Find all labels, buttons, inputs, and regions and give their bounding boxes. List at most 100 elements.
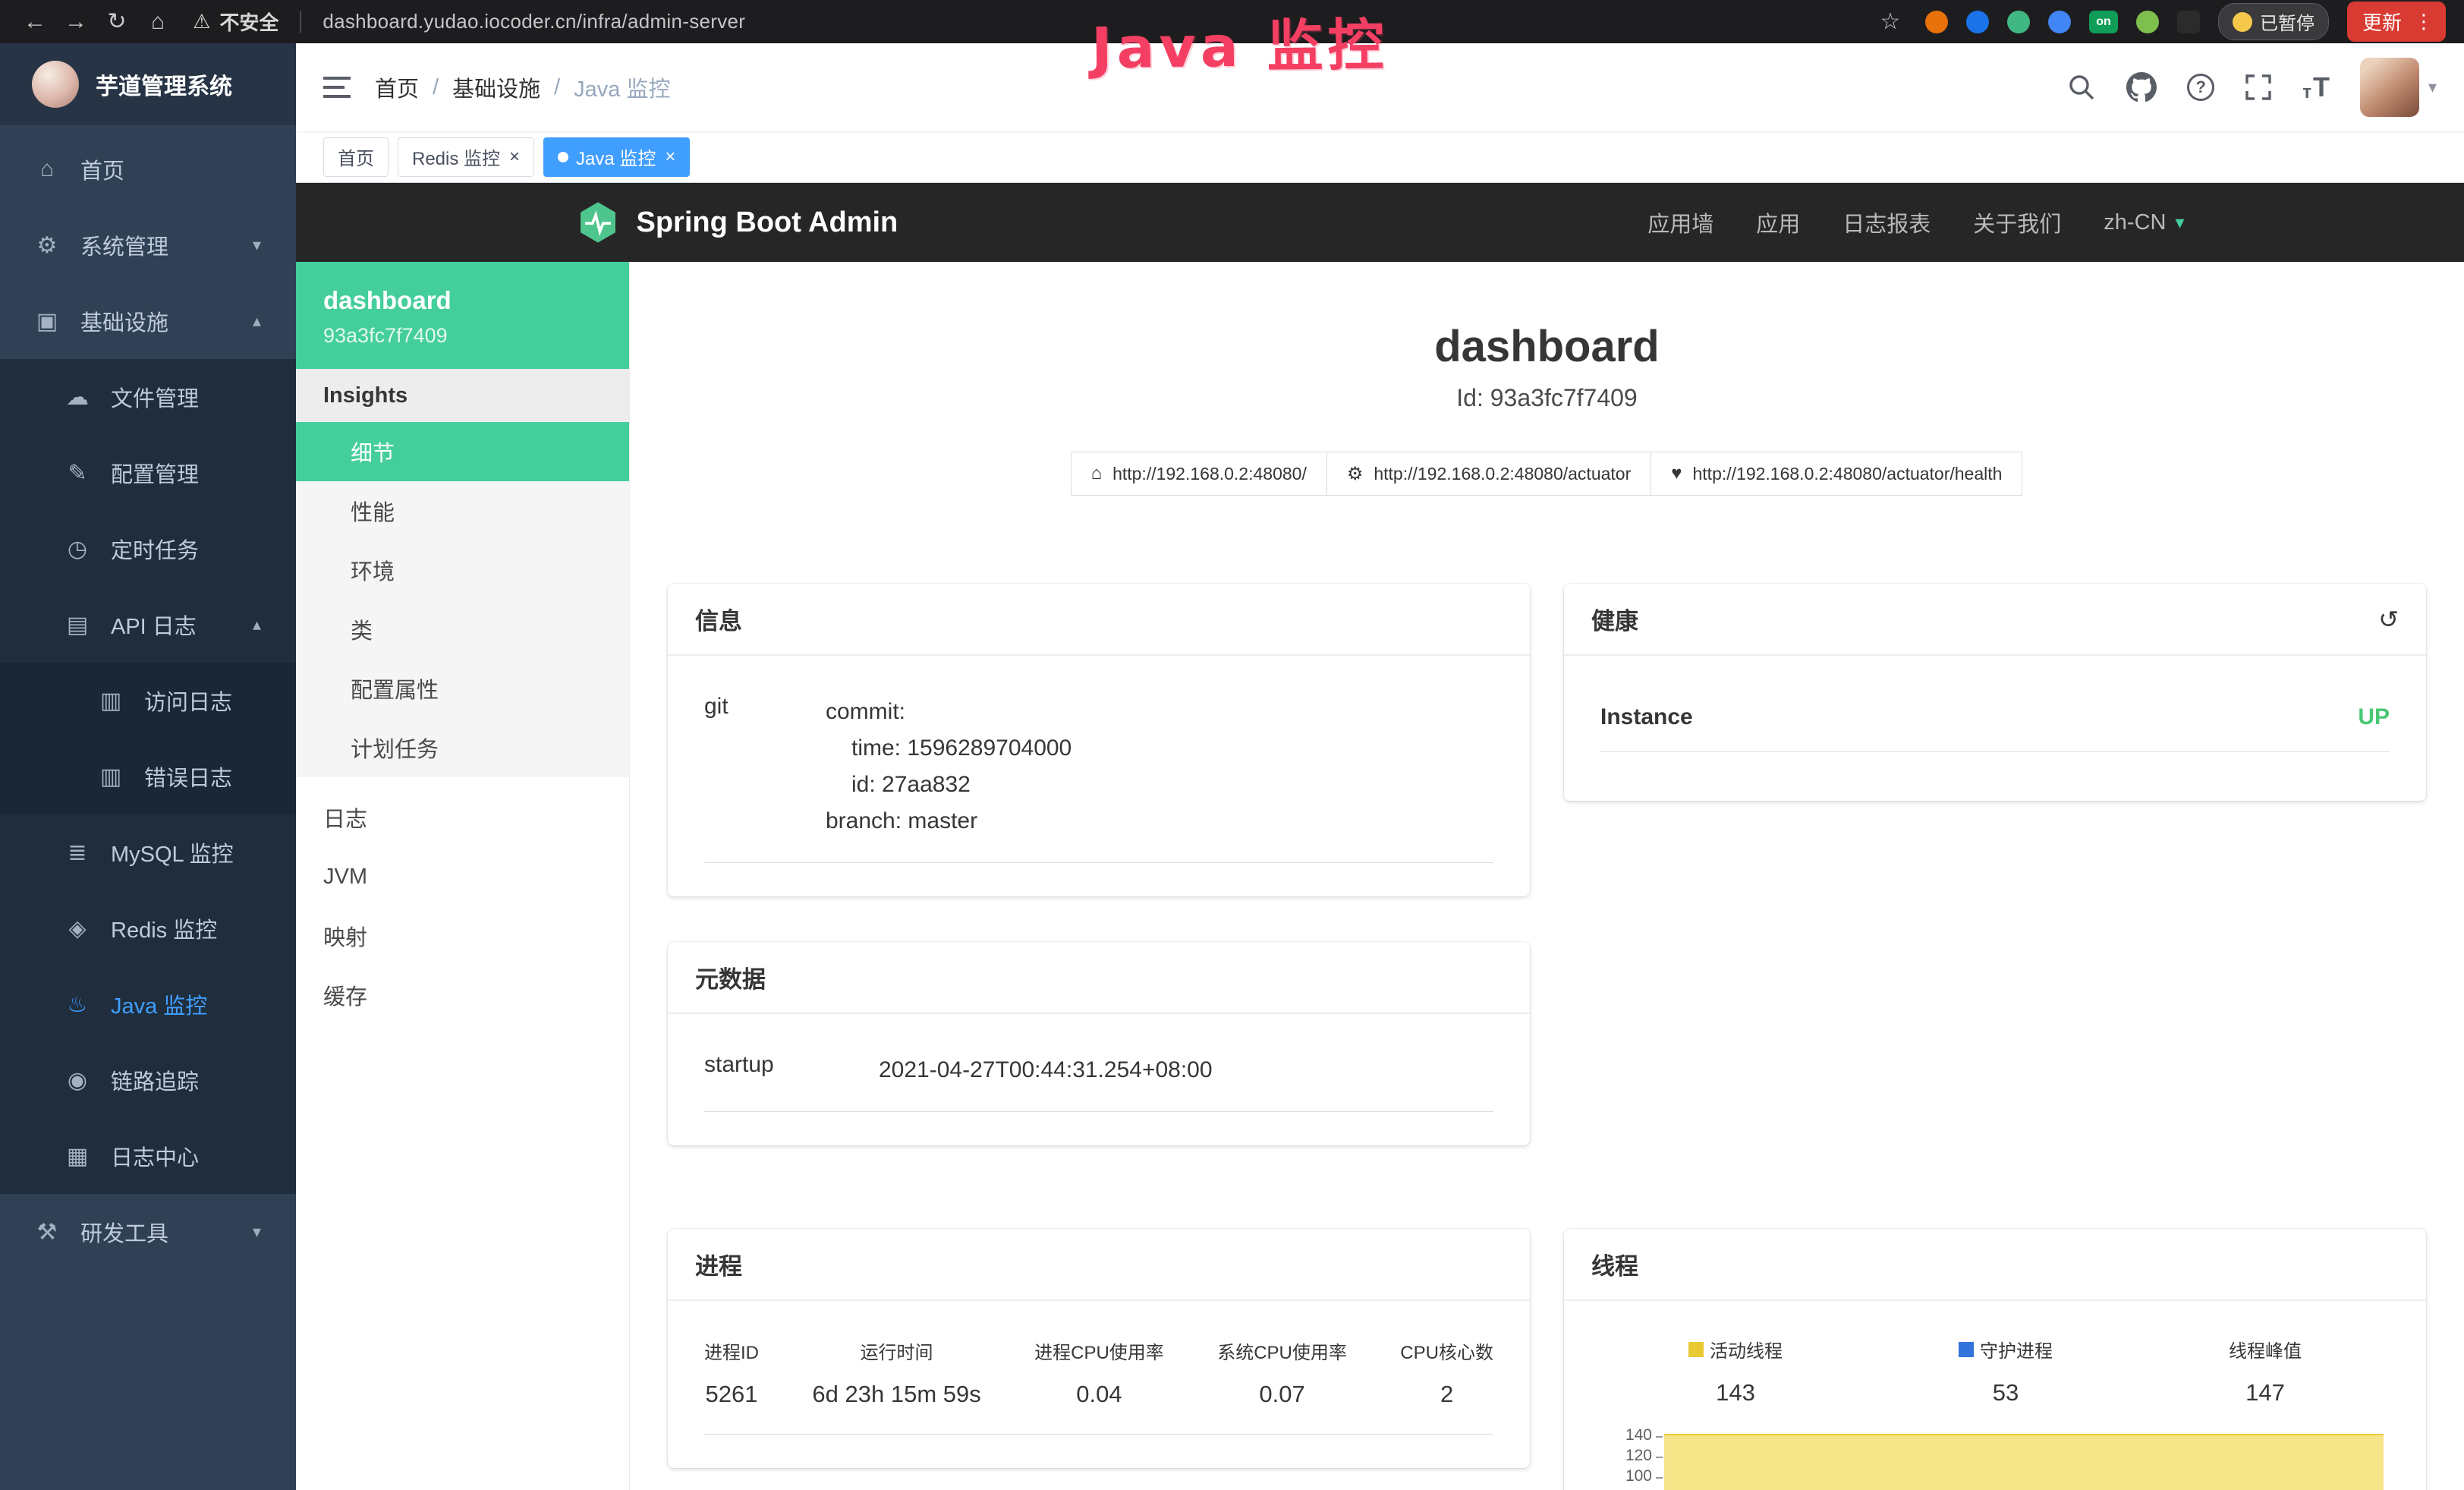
- extension-icon-5[interactable]: [2136, 11, 2159, 33]
- sba-item-mappings[interactable]: 映射: [296, 906, 629, 966]
- user-menu[interactable]: ▾: [2360, 58, 2437, 117]
- sidebar-item-api-logs[interactable]: ▤ API 日志 ▴: [0, 587, 296, 663]
- help-icon[interactable]: ?: [2187, 74, 2214, 101]
- sidebar-item-system-mgmt[interactable]: ⚙ 系统管理 ▾: [0, 207, 296, 283]
- sidebar-item-access-logs[interactable]: ▥ 访问日志: [0, 663, 296, 739]
- site-security[interactable]: ⚠ 不安全 dashboard.yudao.iocoder.cn/infra/a…: [193, 8, 745, 36]
- extension-icon-1[interactable]: [1925, 11, 1948, 33]
- paused-label: 已暂停: [2260, 8, 2315, 35]
- font-large-glyph: T: [2313, 71, 2330, 103]
- sidebar-item-scheduled-jobs[interactable]: ◷ 定时任务: [0, 511, 296, 587]
- extension-on-toggle-icon[interactable]: on: [2089, 11, 2118, 33]
- sba-item-caches[interactable]: 缓存: [296, 966, 629, 1025]
- edit-icon: ✎: [64, 460, 91, 487]
- tab-java-monitor[interactable]: Java 监控 ×: [543, 137, 690, 177]
- sidebar-item-infrastructure[interactable]: ▣ 基础设施 ▴: [0, 283, 296, 359]
- close-icon[interactable]: ×: [665, 146, 675, 168]
- chevron-down-icon: ▾: [2428, 77, 2437, 97]
- home-icon[interactable]: ⌂: [141, 9, 175, 35]
- admin-sidebar: 芋道管理系统 ⌂ 首页 ⚙ 系统管理 ▾ ▣ 基础设施 ▴ ☁ 文件管理 ✎: [0, 43, 296, 1490]
- extension-icon-4[interactable]: [2048, 11, 2071, 33]
- chevron-down-icon: ▾: [253, 235, 261, 255]
- health-url-button[interactable]: ♥ http://192.168.0.2:48080/actuator/heal…: [1651, 452, 2022, 496]
- spring-boot-admin: Spring Boot Admin 应用墙 应用 日志报表 关于我们 zh-CN…: [296, 183, 2464, 1490]
- breadcrumb-home[interactable]: 首页: [375, 71, 419, 103]
- sidebar-item-redis-monitor[interactable]: ◈ Redis 监控: [0, 890, 296, 966]
- sba-item-performance[interactable]: 性能: [296, 481, 629, 540]
- history-icon[interactable]: ↺: [2378, 605, 2399, 634]
- tab-label: Java 监控: [576, 143, 656, 170]
- extension-icon-2[interactable]: [1966, 11, 1989, 33]
- sba-sidebar: dashboard 93a3fc7f7409 Insights 细节 性能 环境…: [296, 262, 630, 1490]
- address-url[interactable]: dashboard.yudao.iocoder.cn/infra/admin-s…: [323, 10, 745, 33]
- tabs-bar: 首页 Redis 监控 × Java 监控 ×: [296, 131, 2464, 183]
- status-badge: UP: [2358, 704, 2390, 730]
- paused-badge[interactable]: 已暂停: [2218, 3, 2329, 40]
- tab-home[interactable]: 首页: [323, 137, 389, 177]
- git-branch-line: branch: master: [826, 803, 1072, 840]
- search-icon[interactable]: [2067, 73, 2096, 102]
- sba-item-details[interactable]: 细节: [296, 422, 629, 481]
- browser-update-button[interactable]: 更新 ⋮: [2347, 2, 2446, 42]
- sba-item-environment[interactable]: 环境: [296, 540, 629, 600]
- sidebar-item-label: 访问日志: [144, 685, 232, 717]
- warning-icon: ⚠: [193, 10, 210, 33]
- sidebar-item-home[interactable]: ⌂ 首页: [0, 131, 296, 207]
- sba-locale-select[interactable]: zh-CN ▾: [2104, 210, 2184, 235]
- reload-icon[interactable]: ↻: [100, 8, 134, 35]
- back-icon[interactable]: ←: [18, 9, 52, 35]
- sidebar-logo[interactable]: 芋道管理系统: [0, 43, 296, 125]
- service-url-button[interactable]: ⌂ http://192.168.0.2:48080/: [1071, 452, 1327, 496]
- sidebar-item-dev-tools[interactable]: ⚒ 研发工具 ▾: [0, 1194, 296, 1270]
- sidebar-item-trace[interactable]: ◉ 链路追踪: [0, 1042, 296, 1118]
- annotation-java-monitor: Java 监控: [1090, 0, 1389, 84]
- instance-name: dashboard: [323, 286, 602, 315]
- sidebar-item-file-mgmt[interactable]: ☁ 文件管理: [0, 359, 296, 435]
- sidebar-menu: ⌂ 首页 ⚙ 系统管理 ▾ ▣ 基础设施 ▴ ☁ 文件管理 ✎ 配置管理: [0, 125, 296, 1490]
- health-instance-row[interactable]: Instance UP: [1600, 683, 2390, 752]
- sidebar-item-label: 配置管理: [111, 457, 199, 489]
- sba-item-logs[interactable]: 日志: [296, 788, 629, 847]
- logo-title: 芋道管理系统: [96, 68, 232, 101]
- sba-item-classes[interactable]: 类: [296, 600, 629, 659]
- sba-brand[interactable]: Spring Boot Admin: [576, 200, 898, 244]
- sidebar-item-log-center[interactable]: ▦ 日志中心: [0, 1118, 296, 1194]
- sidebar-item-label: 链路追踪: [111, 1064, 199, 1096]
- sba-nav-applications[interactable]: 应用: [1756, 206, 1800, 238]
- monitor-icon: ▣: [33, 308, 61, 335]
- sidebar-item-label: Java 监控: [111, 988, 207, 1020]
- page-title: dashboard: [630, 321, 2464, 372]
- extension-icon-6[interactable]: [2177, 11, 2200, 33]
- sidebar-item-config-mgmt[interactable]: ✎ 配置管理: [0, 435, 296, 511]
- dashboard-icon: ⌂: [33, 156, 61, 182]
- hamburger-icon[interactable]: [323, 76, 351, 99]
- kebab-menu-icon[interactable]: ⋮: [2414, 10, 2434, 33]
- close-icon[interactable]: ×: [509, 146, 520, 168]
- sidebar-item-error-logs[interactable]: ▥ 错误日志: [0, 739, 296, 814]
- bookmark-star-icon[interactable]: ☆: [1874, 8, 1907, 35]
- forward-icon[interactable]: →: [59, 9, 93, 35]
- sba-section-insights: Insights: [296, 369, 629, 422]
- sba-nav-journal[interactable]: 日志报表: [1842, 206, 1931, 238]
- avatar[interactable]: [2360, 58, 2419, 117]
- sidebar-item-mysql-monitor[interactable]: ≣ MySQL 监控: [0, 814, 296, 890]
- actuator-url-button[interactable]: ⚙ http://192.168.0.2:48080/actuator: [1326, 452, 1651, 496]
- sba-item-config-props[interactable]: 配置属性: [296, 659, 629, 718]
- sba-nav-about[interactable]: 关于我们: [1973, 206, 2061, 238]
- sidebar-item-java-monitor[interactable]: ♨ Java 监控: [0, 966, 296, 1042]
- tab-redis-monitor[interactable]: Redis 监控 ×: [398, 137, 534, 177]
- metadata-card: 元数据 startup 2021-04-27T00:44:31.254+08:0…: [668, 942, 1530, 1145]
- sba-instance-header[interactable]: dashboard 93a3fc7f7409: [296, 262, 629, 369]
- card-title: 进程: [695, 1247, 742, 1281]
- sidebar-item-label: 定时任务: [111, 533, 199, 565]
- breadcrumb-infra[interactable]: 基础设施: [452, 71, 540, 103]
- extension-icon-3[interactable]: [2007, 11, 2030, 33]
- info-card: 信息 git commit: time: 1596289704000 id: 2…: [668, 584, 1530, 896]
- github-icon[interactable]: [2126, 72, 2157, 102]
- health-url: http://192.168.0.2:48080/actuator/health: [1693, 464, 2003, 484]
- sba-nav-wallboard[interactable]: 应用墙: [1647, 206, 1713, 238]
- sba-item-jvm[interactable]: JVM: [296, 847, 629, 906]
- sba-item-scheduled-tasks[interactable]: 计划任务: [296, 718, 629, 777]
- fullscreen-icon[interactable]: [2245, 74, 2272, 101]
- font-size-icon[interactable]: т T: [2302, 71, 2330, 103]
